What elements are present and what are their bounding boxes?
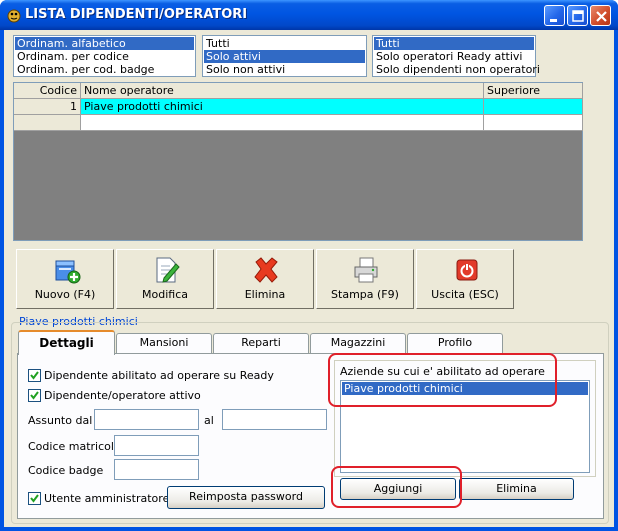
print-button[interactable]: Stampa (F9)	[316, 249, 414, 309]
app-icon	[7, 8, 22, 23]
sort-order-list[interactable]: Ordinam. alfabetico Ordinam. per codice …	[13, 35, 196, 77]
admin-checkbox[interactable]	[28, 492, 41, 505]
list-item[interactable]: Tutti	[374, 37, 534, 50]
badge-input[interactable]	[114, 459, 199, 480]
list-item[interactable]: Solo dipendenti non operatori	[374, 63, 540, 76]
new-document-icon	[55, 260, 81, 284]
column-header-name[interactable]: Nome operatore	[81, 83, 484, 99]
hired-from-input[interactable]	[94, 409, 199, 430]
window-title: LISTA DIPENDENTI/OPERATORI	[25, 7, 248, 22]
tab-reparti[interactable]: Reparti	[213, 333, 309, 353]
table-row-empty-name[interactable]	[81, 115, 484, 131]
close-button[interactable]	[590, 5, 611, 26]
table-row-name[interactable]: Piave prodotti chimici	[81, 99, 484, 115]
client-area: Ordinam. alfabetico Ordinam. per codice …	[4, 30, 614, 527]
title-bar[interactable]: LISTA DIPENDENTI/OPERATORI	[0, 0, 618, 30]
highlight-companies	[328, 353, 557, 407]
matricola-input[interactable]	[114, 435, 199, 456]
operators-grid[interactable]: Codice Nome operatore Superiore 1 Piave …	[13, 82, 583, 241]
table-row-superior[interactable]	[484, 99, 583, 115]
hired-from-label: Assunto dal	[28, 414, 93, 427]
edit-button[interactable]: Modifica	[116, 249, 214, 309]
power-icon	[456, 259, 478, 281]
list-item[interactable]: Ordinam. per cod. badge	[15, 63, 194, 76]
delete-x-icon	[254, 257, 278, 283]
minimize-button[interactable]	[544, 5, 565, 26]
active-checkbox[interactable]	[28, 389, 41, 402]
exit-button[interactable]: Uscita (ESC)	[416, 249, 514, 309]
table-row-empty-superior[interactable]	[484, 115, 583, 131]
new-button[interactable]: Nuovo (F4)	[16, 249, 114, 309]
admin-label: Utente amministratore	[44, 492, 170, 505]
badge-label: Codice badge	[28, 464, 104, 477]
new-button-label: Nuovo (F4)	[34, 288, 96, 301]
hired-to-input[interactable]	[222, 409, 327, 430]
active-label: Dipendente/operatore attivo	[44, 389, 201, 402]
column-header-superior[interactable]: Superiore	[484, 83, 583, 99]
maximize-icon	[572, 10, 584, 22]
checkmark-icon	[30, 371, 39, 380]
list-item[interactable]: Ordinam. alfabetico	[15, 37, 194, 50]
delete-button-label: Elimina	[244, 288, 286, 301]
list-item[interactable]: Ordinam. per codice	[15, 50, 194, 63]
active-filter-list[interactable]: Tutti Solo attivi Solo non attivi	[202, 35, 367, 77]
edit-button-label: Modifica	[142, 288, 188, 301]
minimize-icon	[550, 19, 557, 22]
list-item[interactable]: Solo operatori Ready attivi	[374, 50, 534, 63]
edit-icon	[156, 257, 180, 283]
enabled-ready-checkbox[interactable]	[28, 369, 41, 382]
tab-profilo[interactable]: Profilo	[407, 333, 503, 353]
tab-dettagli[interactable]: Dettagli	[18, 330, 115, 355]
checkmark-icon	[30, 494, 39, 503]
close-icon	[596, 11, 607, 22]
list-item[interactable]: Solo attivi	[204, 50, 365, 63]
highlight-add-button	[331, 466, 462, 508]
table-row-indicator[interactable]	[14, 115, 81, 131]
printer-icon	[354, 257, 378, 283]
print-button-label: Stampa (F9)	[331, 288, 399, 301]
type-filter-list[interactable]: Tutti Solo operatori Ready attivi Solo d…	[372, 35, 540, 77]
exit-button-label: Uscita (ESC)	[431, 288, 499, 301]
remove-company-button[interactable]: Elimina	[459, 478, 574, 500]
tab-magazzini[interactable]: Magazzini	[310, 333, 406, 353]
enabled-ready-label: Dipendente abilitato ad operare su Ready	[44, 369, 274, 382]
column-header-code[interactable]: Codice	[14, 83, 81, 99]
delete-button[interactable]: Elimina	[216, 249, 314, 309]
list-item[interactable]: Tutti	[204, 37, 365, 50]
reset-password-button[interactable]: Reimposta password	[167, 486, 325, 509]
matricola-label: Codice matricola	[28, 440, 121, 453]
table-row-code[interactable]: 1	[14, 99, 81, 115]
checkmark-icon	[30, 391, 39, 400]
tab-mansioni[interactable]: Mansioni	[116, 333, 212, 353]
hired-to-label: al	[204, 414, 214, 427]
maximize-button[interactable]	[567, 5, 588, 26]
list-item[interactable]: Solo non attivi	[204, 63, 365, 76]
